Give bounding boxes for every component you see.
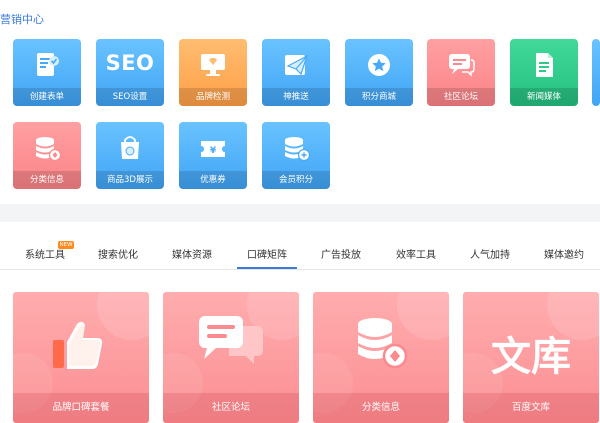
tabs-divider [0, 269, 600, 270]
coupon-icon: ¥ [201, 141, 225, 157]
tab-efficiency-tools[interactable]: 效率工具 [396, 246, 436, 261]
wenku-icon: 文库 [491, 334, 571, 380]
tile-label: 商品3D展示 [96, 171, 164, 189]
tile-label: 社区论坛 [427, 88, 495, 106]
tile-brand-detection[interactable]: 品牌检测 [179, 39, 247, 106]
paper-plane-icon [285, 54, 309, 76]
database-coin-icon [36, 137, 62, 162]
tile-label: 优惠券 [179, 171, 247, 189]
star-badge-icon [368, 54, 390, 76]
tile-label: 新闻媒体 [510, 88, 578, 106]
tile-push[interactable]: 神推送 [262, 39, 330, 106]
tile-label: SEO设置 [96, 88, 164, 106]
tile-partial[interactable] [592, 39, 600, 106]
tile-label: 神推送 [262, 88, 330, 106]
tile-coupon[interactable]: ¥ 优惠券 [179, 122, 247, 189]
form-icon [37, 53, 59, 76]
tile-create-form[interactable]: 创建表单 [13, 39, 81, 106]
page-title: 营销中心 [0, 13, 44, 26]
tile-seo-settings[interactable]: SEO SEO设置 [96, 39, 164, 106]
monitor-icon [201, 54, 225, 76]
tile-label: 分类信息 [13, 171, 81, 189]
tab-popularity-boost[interactable]: 人气加持 [470, 246, 510, 261]
tile-product-3d[interactable]: 商品3D展示 [96, 122, 164, 189]
tile-label: 积分商城 [345, 88, 413, 106]
card-label: 品牌口碑套餐 [13, 393, 149, 423]
category-tabs: 系统工具 搜索优化 媒体资源 口碑矩阵 广告投放 效率工具 人气加持 媒体邀约 [0, 246, 600, 270]
database-plus-icon [285, 137, 311, 162]
card-community-forum[interactable]: 社区论坛 [163, 292, 299, 423]
chat-bubbles-icon [199, 316, 263, 364]
card-label: 百度文库 [463, 393, 599, 423]
tile-member-points[interactable]: 会员积分 [262, 122, 330, 189]
svg-text:¥: ¥ [210, 146, 217, 156]
tile-label: 会员积分 [262, 171, 330, 189]
marketing-center-page: 营销中心 创建表单 SEO SEO设置 品牌检测 神推送 积分商城 社区论坛 新… [0, 0, 600, 423]
tile-label: 创建表单 [13, 88, 81, 106]
card-brand-reputation-package[interactable]: 品牌口碑套餐 [13, 292, 149, 423]
tile-classified-info[interactable]: 分类信息 [13, 122, 81, 189]
card-label: 分类信息 [313, 393, 449, 423]
shopping-bag-icon [121, 136, 139, 159]
card-baidu-wenku[interactable]: 文库 百度文库 [463, 292, 599, 423]
tile-points-mall[interactable]: 积分商城 [345, 39, 413, 106]
card-classified-info[interactable]: 分类信息 [313, 292, 449, 423]
card-label: 社区论坛 [163, 393, 299, 423]
tools-panel: 营销中心 创建表单 SEO SEO设置 品牌检测 神推送 积分商城 社区论坛 新… [0, 0, 600, 204]
active-tab-indicator [237, 267, 297, 269]
tab-ad-placement[interactable]: 广告投放 [321, 246, 361, 261]
tab-search-optimization[interactable]: 搜索优化 [98, 246, 138, 261]
tile-community-forum[interactable]: 社区论坛 [427, 39, 495, 106]
newspaper-icon [536, 53, 553, 77]
thumbs-up-icon [53, 321, 103, 369]
tab-media-resources[interactable]: 媒体资源 [172, 246, 212, 261]
database-coin-icon [358, 318, 408, 369]
new-badge: NEW [58, 241, 74, 249]
chat-bubbles-icon [449, 54, 475, 77]
seo-icon: SEO [105, 51, 155, 75]
tile-label: 品牌检测 [179, 88, 247, 106]
tile-news-media[interactable]: 新闻媒体 [510, 39, 578, 106]
tab-media-invitation[interactable]: 媒体邀约 [544, 246, 584, 261]
tab-reputation-matrix[interactable]: 口碑矩阵 [247, 246, 287, 261]
